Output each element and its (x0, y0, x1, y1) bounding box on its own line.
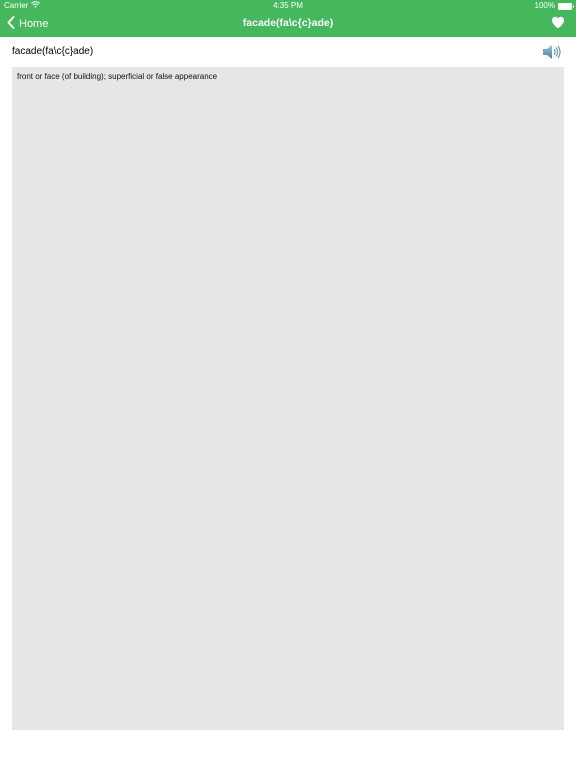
word-row: facade(fa\c{c}ade) (12, 44, 564, 62)
word-heading: facade(fa\c{c}ade) (12, 46, 94, 57)
definition-panel[interactable]: front or face (of building); superficial… (12, 67, 564, 730)
definition-text: front or face (of building); superficial… (17, 72, 218, 81)
header: Carrier 4:35 PM 100% Home facade(fa\c{c}… (0, 0, 576, 37)
speaker-icon (542, 45, 562, 65)
status-right: 100% (534, 0, 574, 12)
status-bar: Carrier 4:35 PM 100% (0, 0, 576, 12)
battery-icon (558, 2, 574, 10)
heart-icon (551, 16, 565, 33)
page-title: facade(fa\c{c}ade) (242, 17, 334, 29)
pronounce-button[interactable] (542, 43, 562, 66)
favorite-button[interactable] (551, 16, 565, 34)
status-time: 4:35 PM (273, 1, 303, 10)
navigation-bar: Home facade(fa\c{c}ade) (0, 12, 576, 37)
battery-label: 100% (534, 1, 555, 10)
